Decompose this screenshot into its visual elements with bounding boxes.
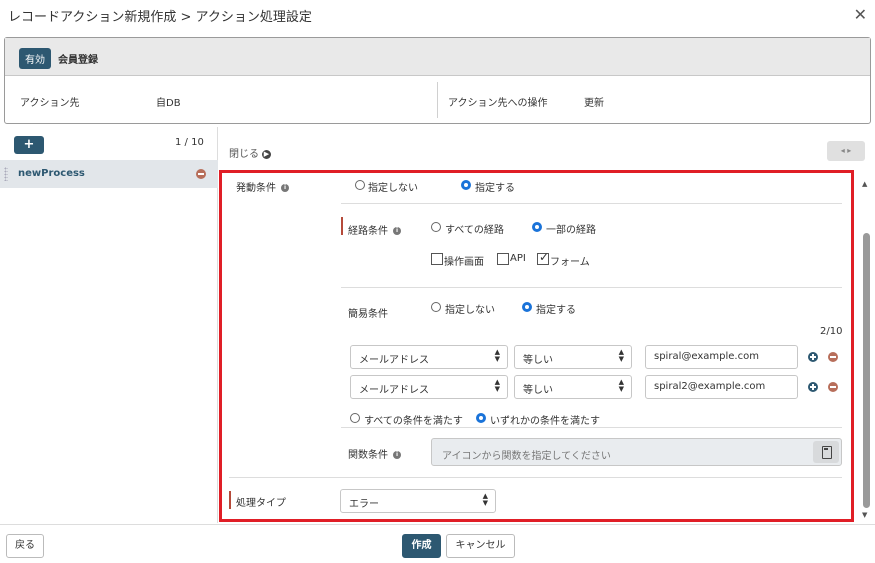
- cancel-button[interactable]: キャンセル: [446, 534, 515, 558]
- process-type-label: 処理タイプ: [236, 498, 286, 509]
- divider: [341, 427, 842, 428]
- route-radio-partial[interactable]: [532, 222, 542, 232]
- trigger-radio-specify[interactable]: [461, 180, 471, 190]
- condition-operator-select[interactable]: 等しい ▲ ▼: [514, 345, 632, 369]
- remove-condition-icon[interactable]: [828, 382, 838, 392]
- process-type-select[interactable]: エラー ▲ ▼: [340, 489, 496, 513]
- match-radio-all[interactable]: [350, 413, 360, 423]
- remove-process-icon[interactable]: [196, 169, 206, 179]
- process-type-value: エラー: [349, 499, 379, 510]
- simple-option-specify: 指定する: [536, 305, 576, 316]
- process-name: newProcess: [18, 168, 85, 179]
- route-option-all: すべての経路: [445, 225, 504, 236]
- info-icon: i: [393, 451, 401, 459]
- operation-value: 更新: [584, 98, 604, 109]
- route-check-screen-label: 操作画面: [444, 257, 484, 268]
- select-caret-icon: ▲ ▼: [494, 348, 500, 363]
- route-check-form-label: フォーム: [550, 257, 590, 268]
- create-button[interactable]: 作成: [402, 534, 441, 558]
- route-checkbox-screen[interactable]: [431, 253, 443, 265]
- process-list-item[interactable]: newProcess: [0, 160, 218, 188]
- select-caret-icon: ▲ ▼: [494, 378, 500, 393]
- process-list-pane: + 1 / 10 newProcess: [0, 127, 218, 523]
- info-icon: i: [393, 227, 401, 235]
- scroll-up-icon[interactable]: ▲: [862, 180, 867, 188]
- record-details-row: アクション先 自DB アクション先への操作 更新: [5, 76, 870, 124]
- trigger-condition-label: 発動条件 i: [236, 179, 289, 194]
- simple-radio-specify[interactable]: [522, 302, 532, 312]
- add-condition-icon[interactable]: [808, 352, 818, 362]
- record-header: 有効 会員登録: [5, 38, 870, 76]
- trigger-option-none: 指定しない: [368, 183, 418, 194]
- condition-field-select[interactable]: メールアドレス ▲ ▼: [350, 345, 508, 369]
- simple-radio-none[interactable]: [431, 302, 441, 312]
- divider: [229, 477, 842, 478]
- status-badge: 有効: [19, 48, 51, 69]
- route-option-partial: 一部の経路: [546, 225, 596, 236]
- record-name: 会員登録: [58, 55, 98, 66]
- function-input[interactable]: アイコンから関数を指定してください: [431, 438, 842, 466]
- scrollbar[interactable]: ▲ ▼: [860, 178, 872, 520]
- match-radio-any[interactable]: [476, 413, 486, 423]
- route-condition-text: 経路条件: [348, 226, 388, 237]
- drag-handle-icon[interactable]: [4, 167, 8, 181]
- condition-operator-select[interactable]: 等しい ▲ ▼: [514, 375, 632, 399]
- section-accent: [341, 217, 343, 235]
- condition-field-select[interactable]: メールアドレス ▲ ▼: [350, 375, 508, 399]
- remove-condition-icon[interactable]: [828, 352, 838, 362]
- calculator-icon[interactable]: [813, 441, 839, 463]
- dialog-title: レコードアクション新規作成 > アクション処理設定: [8, 10, 312, 25]
- condition-value-input[interactable]: spiral@example.com: [645, 345, 798, 369]
- match-option-any: いずれかの条件を満たす: [490, 416, 600, 427]
- route-check-api-label: API: [510, 253, 526, 264]
- close-icon[interactable]: ✕: [854, 5, 867, 24]
- record-info-panel: 有効 会員登録 アクション先 自DB アクション先への操作 更新: [4, 37, 871, 124]
- condition-field-value: メールアドレス: [359, 355, 429, 366]
- divider: [437, 82, 438, 118]
- add-condition-icon[interactable]: [808, 382, 818, 392]
- divider: [341, 203, 842, 204]
- function-placeholder: アイコンから関数を指定してください: [442, 451, 611, 462]
- dialog-footer: 戻る 作成 キャンセル: [0, 524, 875, 563]
- operation-label: アクション先への操作: [448, 98, 548, 109]
- add-process-button[interactable]: +: [14, 136, 44, 154]
- close-detail-link[interactable]: 閉じる ▶: [229, 145, 271, 160]
- simple-condition-label: 簡易条件: [348, 309, 388, 320]
- process-pager: 1 / 10: [175, 137, 204, 148]
- action-target-value: 自DB: [156, 98, 181, 109]
- function-condition-label: 関数条件 i: [348, 446, 401, 461]
- select-caret-icon: ▲ ▼: [618, 348, 624, 363]
- chevron-right-icon: ▶: [262, 149, 271, 159]
- match-option-all: すべての条件を満たす: [364, 416, 463, 427]
- scroll-down-icon[interactable]: ▼: [862, 511, 867, 519]
- route-checkbox-form[interactable]: [537, 250, 549, 265]
- function-condition-text: 関数条件: [348, 450, 388, 461]
- condition-operator-value: 等しい: [523, 355, 553, 366]
- action-target-label: アクション先: [20, 98, 80, 109]
- info-icon: i: [281, 184, 289, 192]
- condition-count: 2/10: [820, 326, 843, 337]
- trigger-condition-text: 発動条件: [236, 183, 276, 194]
- trigger-option-specify: 指定する: [475, 183, 515, 194]
- route-condition-label: 経路条件 i: [348, 222, 401, 237]
- select-caret-icon: ▲ ▼: [482, 492, 488, 507]
- route-checkbox-api[interactable]: [497, 253, 509, 265]
- close-detail-label: 閉じる: [229, 149, 259, 160]
- condition-operator-value: 等しい: [523, 385, 553, 396]
- select-caret-icon: ▲ ▼: [618, 378, 624, 393]
- divider: [341, 287, 842, 288]
- scrollbar-thumb[interactable]: [863, 233, 870, 508]
- trigger-radio-none[interactable]: [355, 180, 365, 190]
- section-accent: [229, 491, 231, 509]
- dialog-titlebar: レコードアクション新規作成 > アクション処理設定 ✕: [0, 0, 875, 30]
- condition-field-value: メールアドレス: [359, 385, 429, 396]
- simple-option-none: 指定しない: [445, 305, 495, 316]
- prev-next-buttons[interactable]: ◂ ▸: [827, 141, 865, 161]
- back-button[interactable]: 戻る: [6, 534, 44, 558]
- route-radio-all[interactable]: [431, 222, 441, 232]
- condition-value-input[interactable]: spiral2@example.com: [645, 375, 798, 399]
